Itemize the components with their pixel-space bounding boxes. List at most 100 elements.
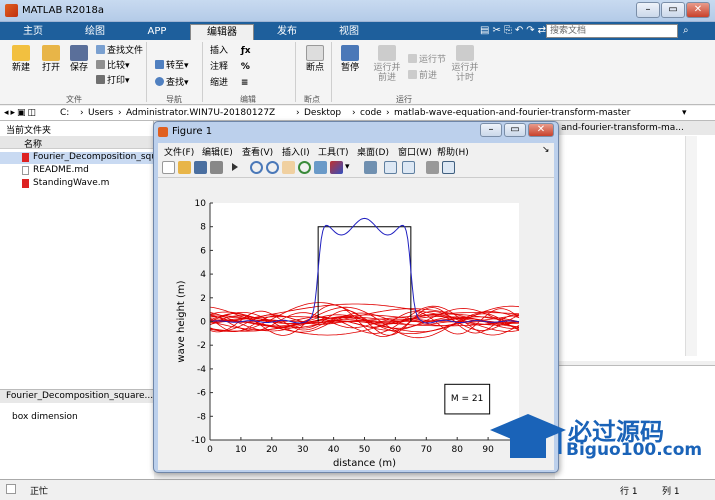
pause-button[interactable]: 暂停 <box>336 45 364 73</box>
maximize-button[interactable]: ▭ <box>661 2 685 18</box>
matlab-logo-icon <box>5 4 18 17</box>
menu-view[interactable]: 查看(V) <box>242 145 273 158</box>
details-title: Fourier_Decomposition_square... <box>0 390 154 403</box>
nav-arrows-icon[interactable]: ◂▸▣◫ <box>4 108 38 118</box>
print-icon[interactable] <box>210 161 223 174</box>
address-dropdown-icon[interactable]: ▾ <box>682 108 687 118</box>
advance-button[interactable]: 前进 <box>408 70 437 82</box>
open-icon[interactable] <box>178 161 191 174</box>
status-icon <box>6 484 16 494</box>
list-item[interactable]: README.md <box>0 165 154 177</box>
show-plot-tools-icon[interactable] <box>442 161 455 174</box>
hide-plot-tools-icon[interactable] <box>426 161 439 174</box>
breadcrumb-drive[interactable]: C: <box>60 108 69 118</box>
menu-file[interactable]: 文件(F) <box>164 145 194 158</box>
print-button[interactable]: 打印▾ <box>96 75 130 87</box>
breadcrumb-desktop[interactable]: Desktop <box>304 108 341 118</box>
brush-icon[interactable] <box>330 161 343 174</box>
menu-edit[interactable]: 编辑(E) <box>202 145 233 158</box>
pointer-icon[interactable] <box>232 163 238 171</box>
breadcrumb-sep: › <box>118 108 122 118</box>
breadcrumb-sep: › <box>386 108 390 118</box>
watermark-url: Biguo100.com <box>566 440 703 460</box>
scrollbar[interactable] <box>685 136 697 356</box>
breadcrumb-users[interactable]: Users <box>88 108 113 118</box>
run-section-button[interactable]: 运行节 <box>408 54 446 66</box>
title-bar: MATLAB R2018a – ▭ ✕ <box>0 0 715 22</box>
find-button[interactable]: 查找▾ <box>155 77 189 89</box>
folder-icon <box>42 45 60 61</box>
run-and-time-button[interactable]: 运行并 计时 <box>448 45 482 83</box>
brush-dropdown-icon[interactable]: ▾ <box>345 162 350 172</box>
menu-desktop[interactable]: 桌面(D) <box>357 145 389 158</box>
y-tick-label: 4 <box>200 270 206 280</box>
row-indicator: 行 1 <box>620 487 638 497</box>
column-name[interactable]: 名称 <box>24 137 42 150</box>
legend-icon[interactable] <box>402 161 415 174</box>
y-tick-label: 10 <box>195 199 207 209</box>
colorbar-icon[interactable] <box>384 161 397 174</box>
status-text: 正忙 <box>30 487 49 497</box>
menu-help[interactable]: 帮助(H) <box>437 145 469 158</box>
tab-home[interactable]: 主页 <box>2 24 64 40</box>
details-text: box dimension <box>12 412 78 422</box>
y-tick-label: 8 <box>200 223 206 233</box>
compare-icon <box>96 60 105 69</box>
breakpoints-button[interactable]: 断点 <box>300 45 330 73</box>
group-nav-label: 导航 <box>166 95 182 104</box>
x-tick-label: 40 <box>328 445 340 455</box>
zoom-out-icon[interactable] <box>266 161 279 174</box>
figure-maximize-button[interactable]: ▭ <box>504 123 526 137</box>
rotate-icon[interactable] <box>298 161 311 174</box>
column-header[interactable]: 名称 <box>0 136 154 150</box>
data-cursor-icon[interactable] <box>314 161 327 174</box>
x-tick-label: 10 <box>235 445 247 455</box>
compare-button[interactable]: 比较▾ <box>96 60 130 72</box>
figure-close-button[interactable]: ✕ <box>528 123 554 137</box>
find-files-button[interactable]: 查找文件 <box>96 45 143 57</box>
breadcrumb-sep: › <box>296 108 300 118</box>
address-bar[interactable]: ◂▸▣◫ C: › Users › Administrator.WIN7U-20… <box>0 106 715 121</box>
run-and-advance-button[interactable]: 运行并 前进 <box>370 45 404 83</box>
new-figure-icon[interactable] <box>162 161 175 174</box>
save-icon[interactable] <box>194 161 207 174</box>
open-button[interactable]: 打开 <box>36 45 66 73</box>
tab-plots[interactable]: 绘图 <box>64 24 126 40</box>
breadcrumb-user[interactable]: Administrator.WIN7U-20180127Z <box>126 108 275 118</box>
y-tick-label: 6 <box>200 246 206 256</box>
new-button[interactable]: 新建 <box>6 45 36 73</box>
figure-minimize-button[interactable]: – <box>480 123 502 137</box>
advance-icon <box>408 70 417 79</box>
search-input[interactable]: 搜索文档 <box>546 24 678 38</box>
menu-tools[interactable]: 工具(T) <box>318 145 349 158</box>
indent-button[interactable]: 缩进 ≡ <box>210 77 248 89</box>
list-item[interactable]: Fourier_Decomposition_squa <box>0 152 162 164</box>
goto-button[interactable]: 转至▾ <box>155 60 189 72</box>
menu-dock-icon[interactable]: ↘ <box>542 145 550 155</box>
link-plot-icon[interactable] <box>364 161 377 174</box>
x-tick-label: 70 <box>421 445 433 455</box>
zoom-in-icon[interactable] <box>250 161 263 174</box>
breadcrumb-code[interactable]: code <box>360 108 382 118</box>
breadcrumb-folder[interactable]: matlab-wave-equation-and-fourier-transfo… <box>394 108 631 118</box>
toolstrip-tabs: 主页 绘图 APP 编辑器 发布 视图 ▤✂⎘↶↷⇄? 搜索文档 ⌕ <box>0 22 715 40</box>
new-icon <box>12 45 30 61</box>
tab-editor[interactable]: 编辑器 <box>190 24 254 40</box>
y-tick-label: -8 <box>197 412 206 422</box>
save-icon <box>70 45 88 61</box>
tab-apps[interactable]: APP <box>126 24 188 40</box>
menu-insert[interactable]: 插入(I) <box>282 145 310 158</box>
pan-icon[interactable] <box>282 161 295 174</box>
menu-window[interactable]: 窗口(W) <box>398 145 432 158</box>
comment-button[interactable]: 注释 % <box>210 61 250 73</box>
list-item[interactable]: StandingWave.m <box>0 178 154 190</box>
insert-button[interactable]: 插入 ƒx <box>210 45 251 57</box>
tab-view[interactable]: 视图 <box>318 24 380 40</box>
search-icon[interactable]: ⌕ <box>683 25 689 36</box>
close-button[interactable]: ✕ <box>686 2 710 18</box>
minimize-button[interactable]: – <box>636 2 660 18</box>
run-time-icon <box>456 45 474 61</box>
tab-publish[interactable]: 发布 <box>256 24 318 40</box>
text-file-icon <box>22 166 29 175</box>
save-button[interactable]: 保存 <box>64 45 94 73</box>
